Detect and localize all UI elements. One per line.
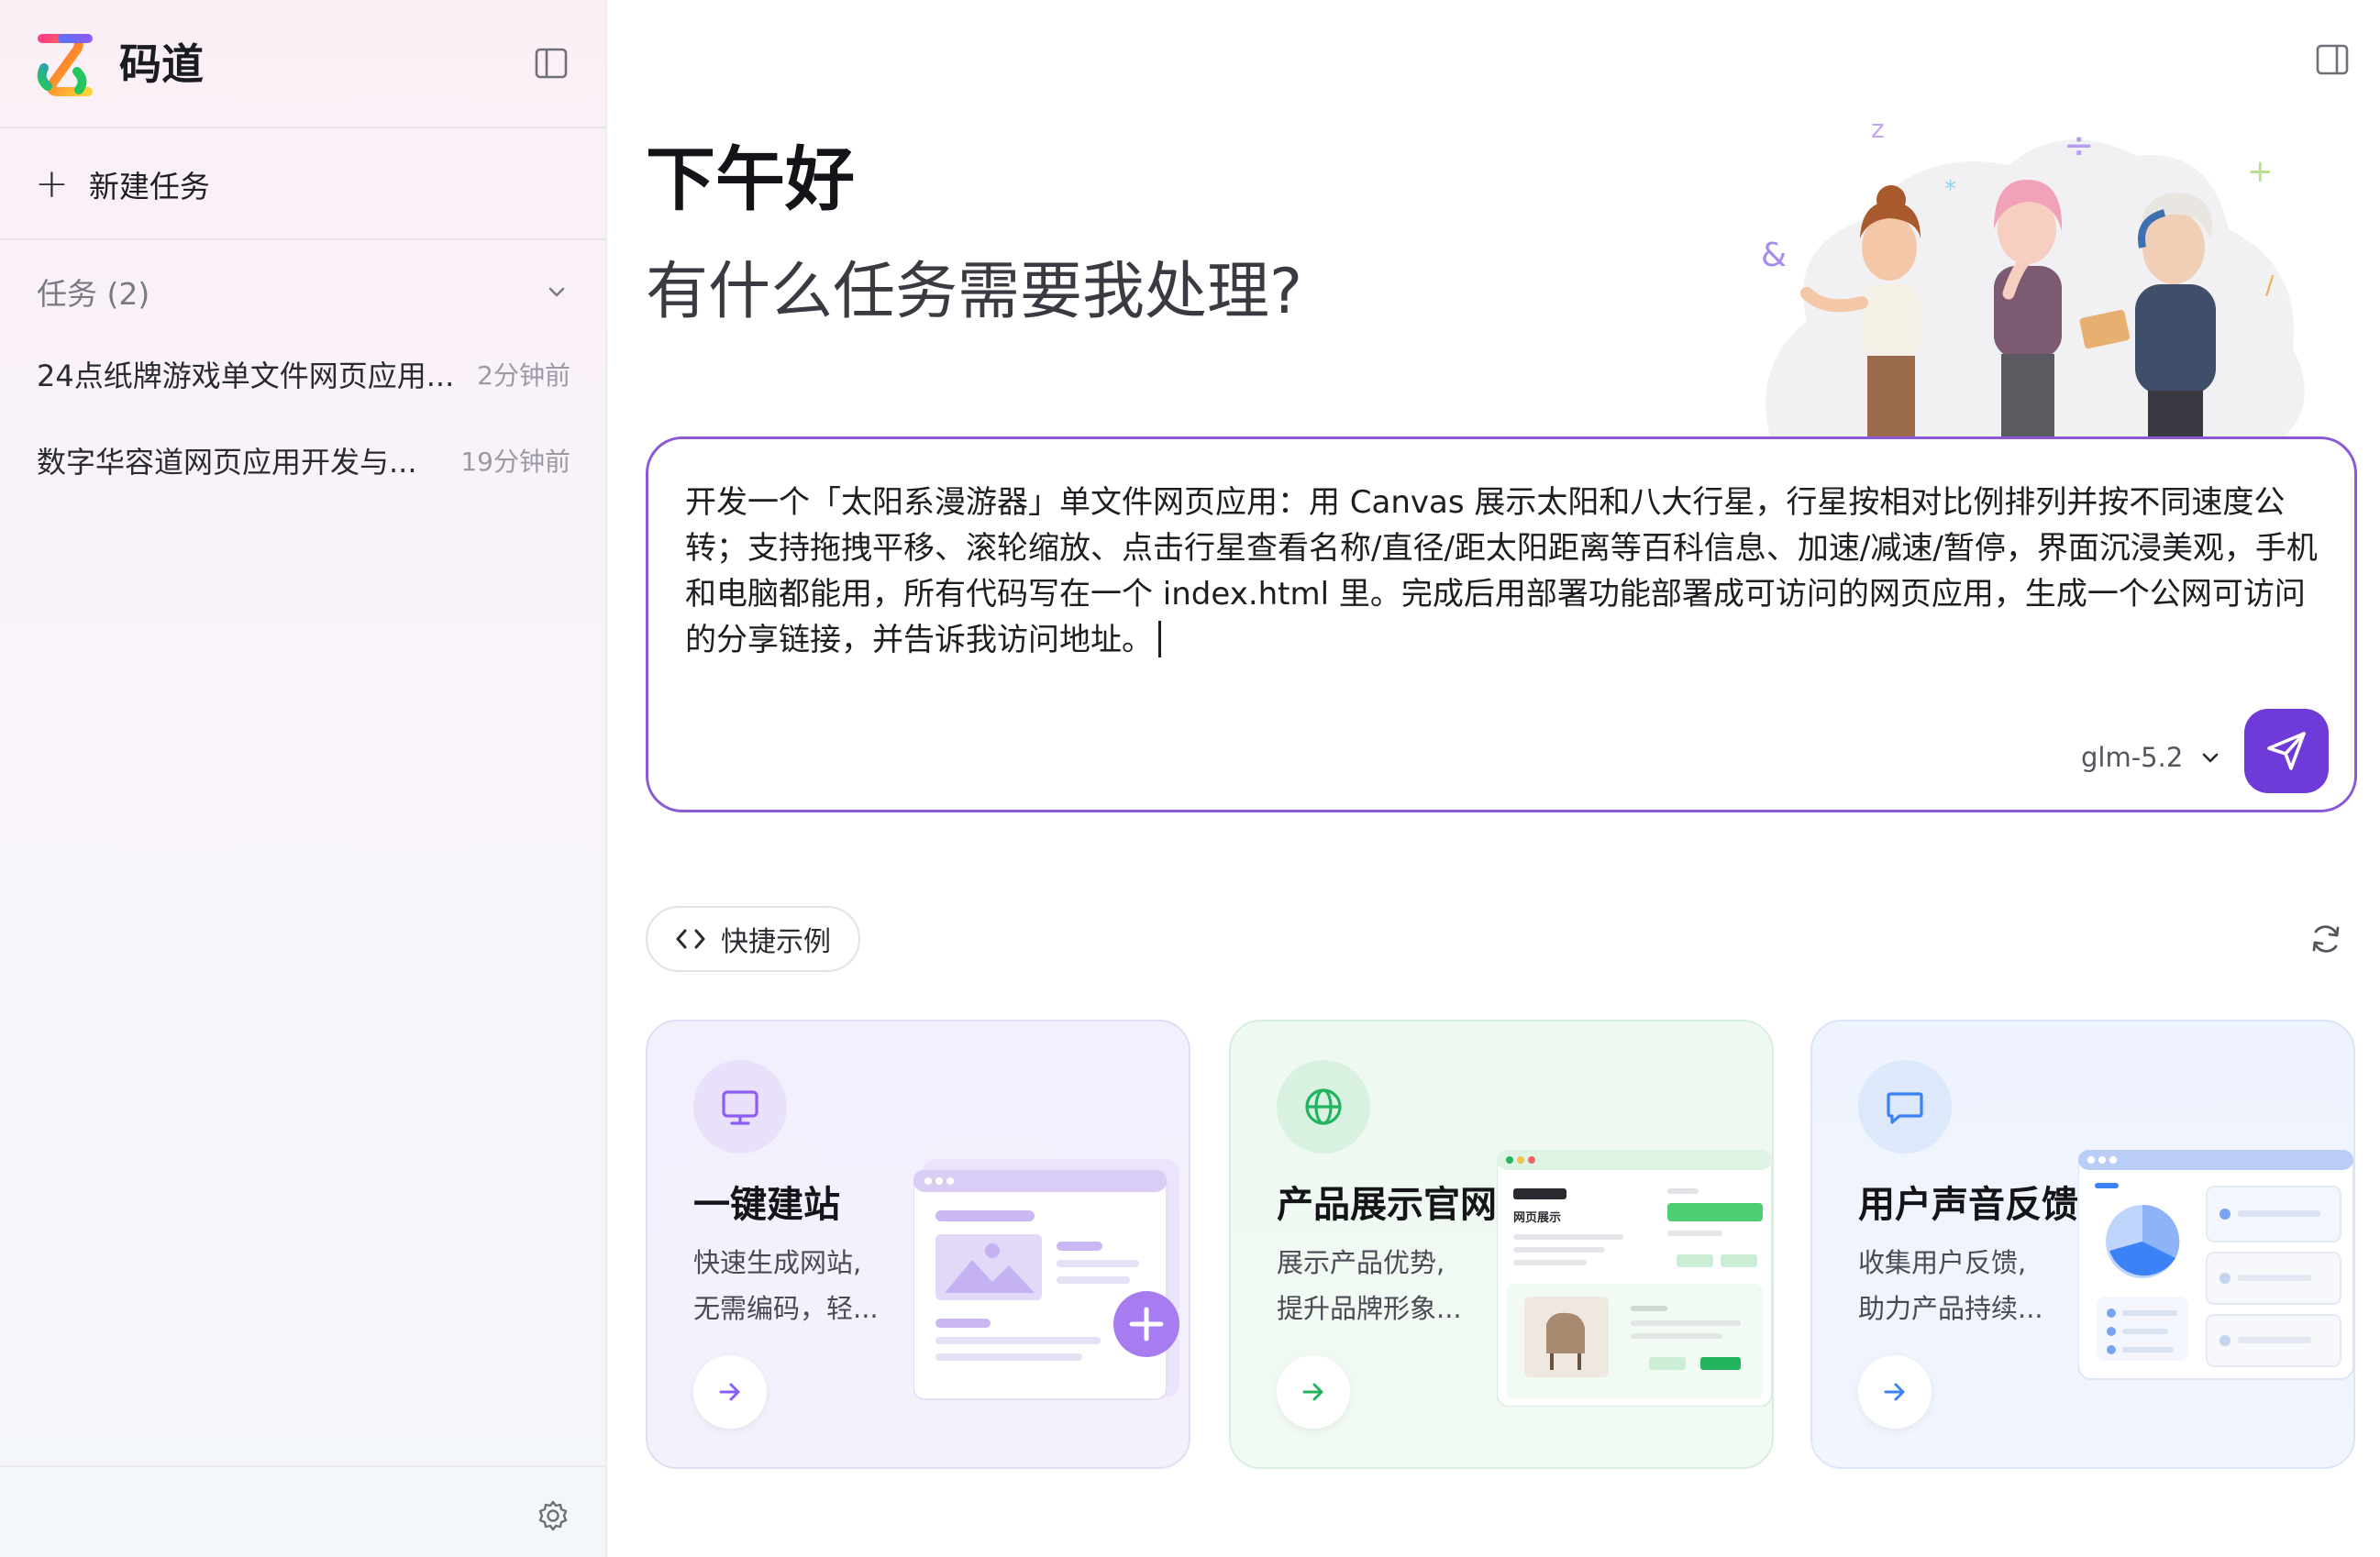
globe-icon	[1277, 1060, 1370, 1154]
svg-text:z: z	[1871, 114, 1885, 144]
card-title: 一键建站	[693, 1184, 840, 1226]
example-card-user-feedback[interactable]: 用户声音反馈 收集用户反馈, 助力产品持续...	[1810, 1020, 2355, 1469]
preview-label: 网页展示	[1513, 1211, 1561, 1225]
sidebar-header: 码道	[0, 0, 605, 128]
task-time: 2分钟前	[477, 360, 570, 391]
chevron-down-icon	[548, 287, 565, 297]
greeting-title: 下午好	[646, 138, 855, 220]
text-caret	[1158, 621, 1161, 657]
card-description-line: 收集用户反馈,	[1858, 1247, 2027, 1278]
task-item[interactable]: 数字华容道网页应用开发与... 19分钟前	[37, 435, 570, 486]
card-description: 收集用户反馈, 助力产品持续...	[1858, 1240, 2043, 1331]
model-selector[interactable]: glm-5.2	[2081, 736, 2221, 778]
sidebar-collapse-icon[interactable]	[534, 46, 569, 81]
product-site-preview-illustration: 网页展示	[1497, 1150, 1772, 1407]
sidebar: 码道 + 新建任务 任务 (2) 24点纸牌游戏单文件网页应用... 2分钟前 …	[0, 0, 607, 1557]
card-title: 产品展示官网	[1277, 1184, 1497, 1226]
task-composer: 开发一个「太阳系漫游器」单文件网页应用：用 Canvas 展示太阳和八大行星，行…	[646, 436, 2357, 812]
greeting-subtitle: 有什么任务需要我处理?	[646, 256, 1303, 328]
arrow-right-icon	[1884, 1383, 1905, 1401]
message-square-icon	[1858, 1060, 1952, 1154]
card-description-line: 助力产品持续...	[1858, 1293, 2043, 1324]
tasks-section-label: 任务 (2)	[37, 276, 150, 312]
sidebar-divider	[0, 238, 605, 240]
card-description-line: 展示产品优势,	[1277, 1247, 1445, 1278]
new-task-label: 新建任务	[88, 169, 210, 204]
send-icon	[2267, 732, 2306, 770]
card-description-line: 快速生成网站,	[693, 1247, 862, 1278]
send-button[interactable]	[2244, 709, 2329, 793]
arrow-right-icon	[1302, 1383, 1323, 1401]
plus-icon: +	[35, 160, 69, 207]
code-icon	[676, 929, 705, 949]
task-title: 24点纸牌游戏单文件网页应用...	[37, 359, 455, 393]
monitor-icon	[693, 1060, 787, 1154]
website-preview-illustration	[913, 1159, 1179, 1400]
panel-right-icon[interactable]	[2315, 42, 2350, 77]
card-description: 快速生成网站, 无需编码，轻...	[693, 1240, 879, 1331]
card-description-line: 无需编码，轻...	[693, 1293, 879, 1324]
feedback-preview-illustration	[2078, 1150, 2353, 1380]
card-arrow-button[interactable]	[1858, 1355, 1932, 1429]
card-description-line: 提升品牌形象...	[1277, 1293, 1462, 1324]
arrow-right-icon	[719, 1383, 740, 1401]
card-description: 展示产品优势, 提升品牌形象...	[1277, 1240, 1462, 1331]
svg-text:*: *	[1944, 176, 1956, 204]
svg-text:/: /	[2265, 270, 2275, 300]
card-arrow-button[interactable]	[693, 1355, 767, 1429]
gear-icon[interactable]	[536, 1498, 570, 1533]
sidebar-footer-divider	[0, 1465, 605, 1467]
task-time: 19分钟前	[460, 447, 570, 477]
task-title: 数字华容道网页应用开发与...	[37, 445, 417, 480]
new-task-button[interactable]: + 新建任务	[35, 156, 210, 213]
refresh-icon[interactable]	[2308, 921, 2344, 957]
quick-examples-label: 快捷示例	[721, 926, 831, 958]
model-name: glm-5.2	[2081, 742, 2184, 773]
example-card-product-site[interactable]: 产品展示官网 展示产品优势, 提升品牌形象... 网页展示	[1229, 1020, 1774, 1469]
tasks-section-toggle[interactable]: 任务 (2)	[37, 268, 569, 315]
svg-text:&: &	[1761, 237, 1787, 274]
prompt-input[interactable]: 开发一个「太阳系漫游器」单文件网页应用：用 Canvas 展示太阳和八大行星，行…	[685, 480, 2318, 663]
chevron-down-icon	[2203, 753, 2219, 763]
example-card-website[interactable]: 一键建站 快速生成网站, 无需编码，轻...	[646, 1020, 1190, 1469]
app-root: 码道 + 新建任务 任务 (2) 24点纸牌游戏单文件网页应用... 2分钟前 …	[0, 0, 2380, 1557]
brand-logo	[37, 34, 93, 96]
svg-text:+: +	[2247, 153, 2274, 190]
task-item[interactable]: 24点纸牌游戏单文件网页应用... 2分钟前	[37, 348, 570, 400]
hero-illustration: z ÷ * & + /	[1761, 114, 2305, 436]
svg-text:÷: ÷	[2064, 125, 2095, 167]
card-title: 用户声音反馈	[1858, 1184, 2078, 1226]
prompt-text: 开发一个「太阳系漫游器」单文件网页应用：用 Canvas 展示太阳和八大行星，行…	[685, 484, 2318, 658]
brand-name: 码道	[119, 39, 204, 89]
quick-examples-button[interactable]: 快捷示例	[646, 906, 860, 972]
card-arrow-button[interactable]	[1277, 1355, 1350, 1429]
